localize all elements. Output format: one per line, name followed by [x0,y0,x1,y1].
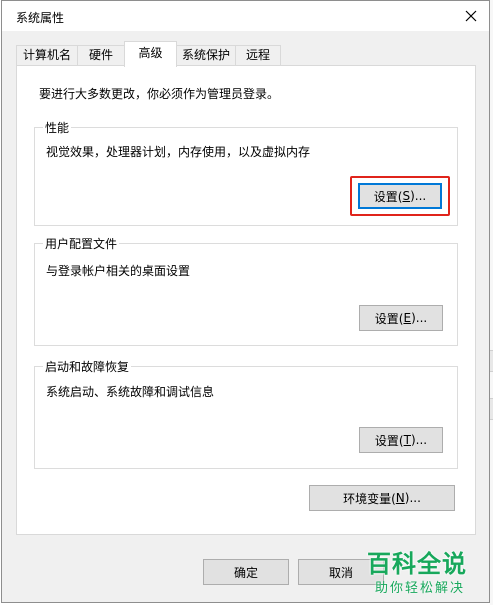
tab-remote[interactable]: 远程 [235,45,281,66]
user-profile-group: 用户配置文件 与登录帐户相关的桌面设置 设置(E)... [34,235,458,346]
performance-description: 视觉效果，处理器计划，内存使用，以及虚拟内存 [46,145,311,159]
tab-hardware[interactable]: 硬件 [77,45,125,66]
ok-button[interactable]: 确定 [203,559,289,585]
tab-advanced[interactable]: 高级 [124,41,177,67]
title-bar: 系统属性 [2,1,489,31]
tab-computer-name[interactable]: 计算机名 [16,45,78,66]
watermark-subtitle: 助你轻松解决 [375,581,466,596]
performance-title: 性能 [43,119,72,136]
startup-recovery-description: 系统启动、系统故障和调试信息 [46,385,215,399]
window-title: 系统属性 [16,11,65,25]
watermark-logo: 百科全说 助你轻松解决 [362,544,486,600]
close-button[interactable] [457,4,485,28]
user-profile-description: 与登录帐户相关的桌面设置 [46,264,191,278]
red-highlight-box [350,176,450,216]
admin-notice: 要进行大多数更改，你必须作为管理员登录。 [39,87,280,101]
user-profile-settings-button[interactable]: 设置(E)... [359,305,443,331]
user-profile-title: 用户配置文件 [43,235,120,252]
watermark-title: 百科全说 [367,550,467,578]
tab-system-protection[interactable]: 系统保护 [176,45,236,66]
close-icon [465,10,477,22]
system-properties-dialog: 系统属性 计算机名 硬件 高级 系统保护 远程 要进行大多数更改，你必须作为管理… [1,0,490,603]
startup-recovery-group: 启动和故障恢复 系统启动、系统故障和调试信息 设置(T)... [34,358,458,469]
startup-recovery-title: 启动和故障恢复 [43,358,132,375]
startup-recovery-settings-button[interactable]: 设置(T)... [359,427,443,453]
advanced-tab-panel: 要进行大多数更改，你必须作为管理员登录。 性能 视觉效果，处理器计划，内存使用，… [16,65,476,535]
environment-variables-button[interactable]: 环境变量(N)... [309,485,455,511]
